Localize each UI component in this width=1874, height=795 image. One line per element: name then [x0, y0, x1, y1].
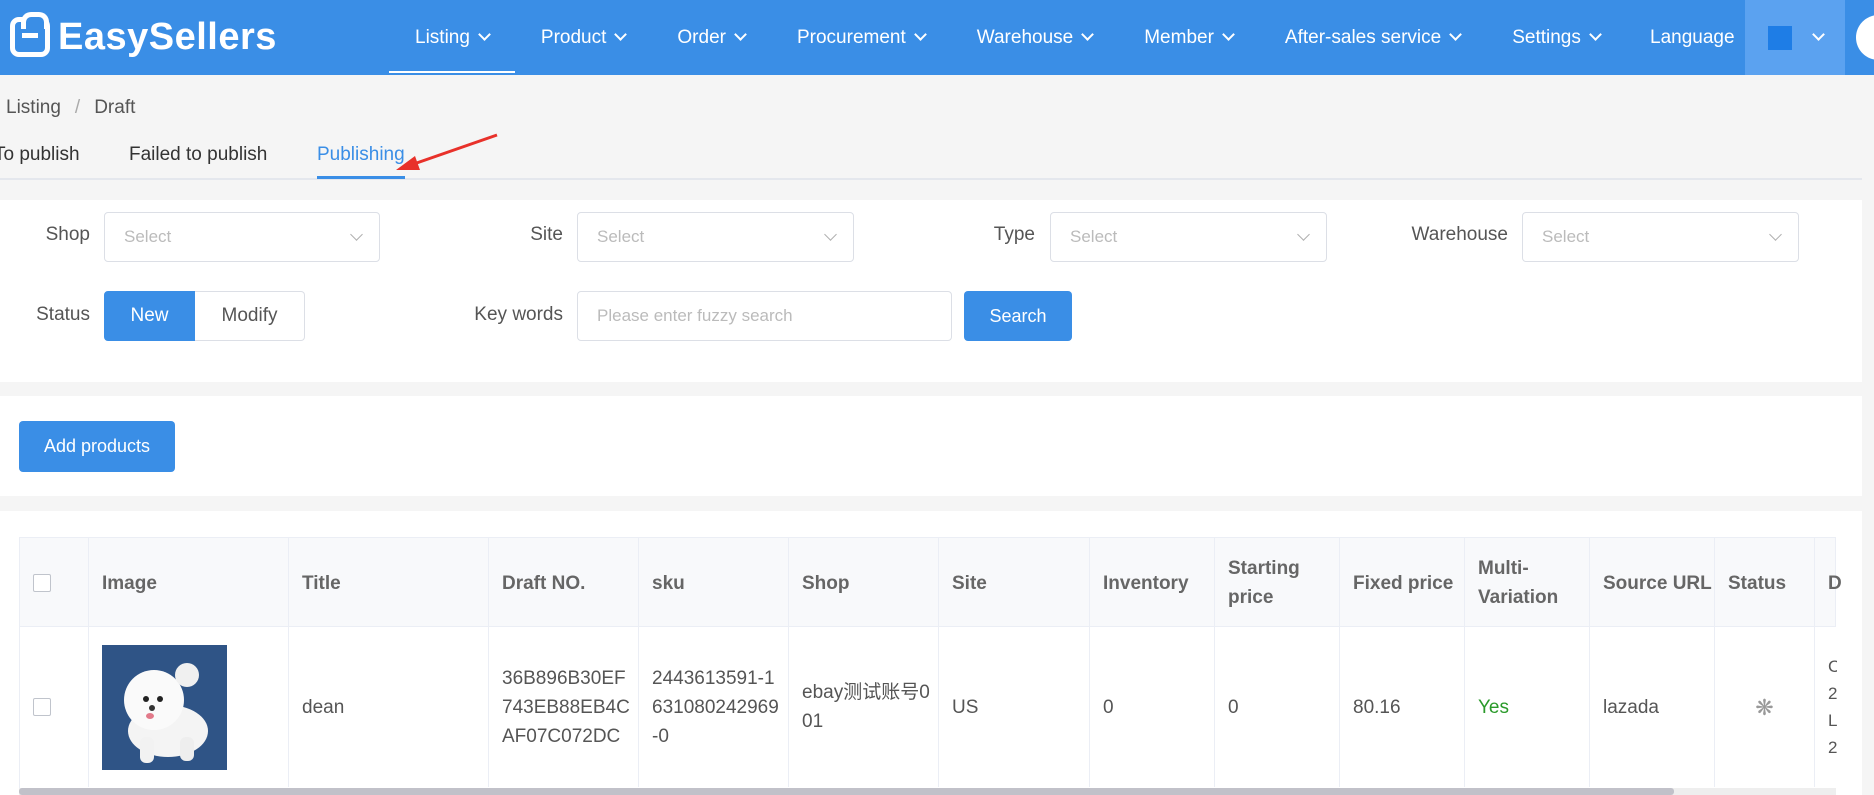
warehouse-select[interactable]: Select — [1522, 212, 1799, 262]
nav-item-listing[interactable]: Listing — [389, 0, 515, 75]
column-header-image: Image — [89, 538, 289, 628]
draft-tabs: To publish Failed to publish Publishing — [0, 136, 1862, 180]
chevron-down-icon — [824, 228, 837, 241]
keywords-placeholder: Please enter fuzzy search — [597, 306, 793, 325]
status-toggle: New Modify — [104, 291, 305, 341]
row-d-cell: C 2 L 2 — [1815, 627, 1837, 787]
shop-select-placeholder: Select — [124, 227, 172, 246]
column-header-site: Site — [939, 538, 1090, 628]
table-row[interactable]: dean 36B896B30EF743EB88EB4CAF07C072DC 24… — [19, 627, 1837, 795]
column-header-source-url: Source URL — [1590, 538, 1715, 628]
breadcrumb-root[interactable]: Listing — [6, 97, 61, 119]
shopping-bag-icon — [10, 12, 50, 57]
row-site-cell: US — [939, 627, 1090, 787]
chevron-down-icon — [913, 28, 927, 41]
breadcrumb: Listing / Draft — [6, 97, 135, 119]
chevron-down-icon — [1588, 28, 1602, 41]
account-square-icon — [1767, 25, 1792, 50]
row-starting-price-cell: 0 — [1215, 627, 1340, 787]
header-select-all-cell — [20, 538, 89, 628]
tab-to-publish[interactable]: To publish — [0, 144, 80, 166]
row-source-url-cell: lazada — [1590, 627, 1715, 787]
chevron-down-icon — [1449, 28, 1463, 41]
nav-item-after-sales[interactable]: After-sales service — [1259, 0, 1486, 75]
nav-item-order[interactable]: Order — [651, 0, 771, 75]
nav-item-warehouse[interactable]: Warehouse — [951, 0, 1118, 75]
account-menu[interactable] — [1745, 0, 1845, 75]
chevron-down-icon — [614, 28, 628, 41]
action-panel — [0, 396, 1862, 496]
row-select-cell — [20, 627, 89, 787]
site-select-placeholder: Select — [597, 227, 645, 246]
table-header: Image Title Draft NO. sku Shop Site Inve… — [19, 537, 1842, 628]
type-label: Type — [993, 224, 1035, 245]
chevron-down-icon — [734, 28, 747, 41]
breadcrumb-current: Draft — [94, 97, 136, 118]
shop-label: Shop — [45, 224, 90, 245]
chevron-down-icon — [1769, 228, 1782, 241]
nav-item-procurement[interactable]: Procurement — [771, 0, 951, 75]
type-select-placeholder: Select — [1070, 227, 1118, 246]
keywords-search-input[interactable]: Please enter fuzzy search — [577, 291, 952, 341]
nav-item-member[interactable]: Member — [1118, 0, 1259, 75]
row-draft-no-cell: 36B896B30EF743EB88EB4CAF07C072DC — [489, 627, 639, 787]
row-d-cell-text: C 2 L 2 — [1828, 657, 1837, 757]
row-inventory-cell: 0 — [1090, 627, 1215, 787]
chevron-down-icon — [1081, 28, 1095, 41]
tab-failed-to-publish[interactable]: Failed to publish — [129, 144, 267, 166]
select-all-checkbox[interactable] — [33, 574, 51, 592]
row-shop-cell: ebay测试账号001 — [789, 627, 939, 787]
row-image-cell — [89, 627, 289, 787]
main-nav: Listing Product Order Procurement Wareho… — [389, 0, 1626, 75]
row-title-cell: dean — [289, 627, 489, 787]
type-select[interactable]: Select — [1050, 212, 1327, 262]
top-nav-bar: EasySellers Listing Product Order Procur… — [0, 0, 1874, 75]
row-checkbox[interactable] — [33, 698, 51, 716]
site-label: Site — [530, 224, 563, 245]
breadcrumb-separator: / — [74, 97, 81, 118]
status-modify-button[interactable]: Modify — [195, 291, 305, 341]
column-header-draft-no: Draft NO. — [489, 538, 639, 628]
chevron-down-icon — [478, 28, 491, 41]
chevron-down-icon — [1297, 228, 1310, 241]
row-fixed-price-cell: 80.16 — [1340, 627, 1465, 787]
status-label: Status — [36, 304, 90, 325]
chevron-down-icon — [1222, 28, 1235, 41]
product-thumbnail[interactable] — [102, 644, 227, 770]
add-products-button[interactable]: Add products — [19, 421, 175, 472]
column-header-inventory: Inventory — [1090, 538, 1215, 628]
status-new-button[interactable]: New — [104, 291, 195, 341]
language-selector[interactable]: Language — [1650, 0, 1735, 75]
nav-item-product[interactable]: Product — [515, 0, 651, 75]
column-header-title: Title — [289, 538, 489, 628]
nav-item-settings[interactable]: Settings — [1486, 0, 1626, 75]
search-button[interactable]: Search — [964, 291, 1072, 341]
site-select[interactable]: Select — [577, 212, 854, 262]
chevron-down-icon — [1811, 28, 1825, 41]
loading-spinner-icon: ❋ — [1755, 694, 1774, 720]
column-header-fixed-price: Fixed price — [1340, 538, 1465, 628]
dog-photo-icon — [102, 644, 227, 770]
warehouse-select-placeholder: Select — [1542, 227, 1590, 246]
column-header-sku: sku — [639, 538, 789, 628]
keywords-label: Key words — [474, 304, 563, 325]
column-header-starting-price: Starting price — [1215, 538, 1340, 628]
active-tab-indicator — [317, 176, 405, 179]
row-status-cell: ❋ — [1715, 627, 1815, 787]
warehouse-label: Warehouse — [1411, 224, 1508, 245]
row-multi-variation-cell: Yes — [1465, 627, 1590, 787]
row-sku-cell: 2443613591-1631080242969-0 — [639, 627, 789, 787]
chevron-down-icon — [350, 228, 363, 241]
brand-logo[interactable]: EasySellers — [10, 12, 277, 62]
brand-name: EasySellers — [58, 15, 277, 58]
column-header-multi-variation: Multi-Variation — [1465, 538, 1590, 628]
column-header-status: Status — [1715, 538, 1815, 628]
tab-publishing[interactable]: Publishing — [317, 144, 405, 166]
table-horizontal-scrollbar[interactable] — [19, 788, 1836, 795]
shop-select[interactable]: Select — [104, 212, 380, 262]
column-header-d: D — [1828, 572, 1842, 594]
column-header-shop: Shop — [789, 538, 939, 628]
scrollbar-thumb[interactable] — [19, 788, 1674, 795]
avatar[interactable] — [1856, 15, 1874, 60]
